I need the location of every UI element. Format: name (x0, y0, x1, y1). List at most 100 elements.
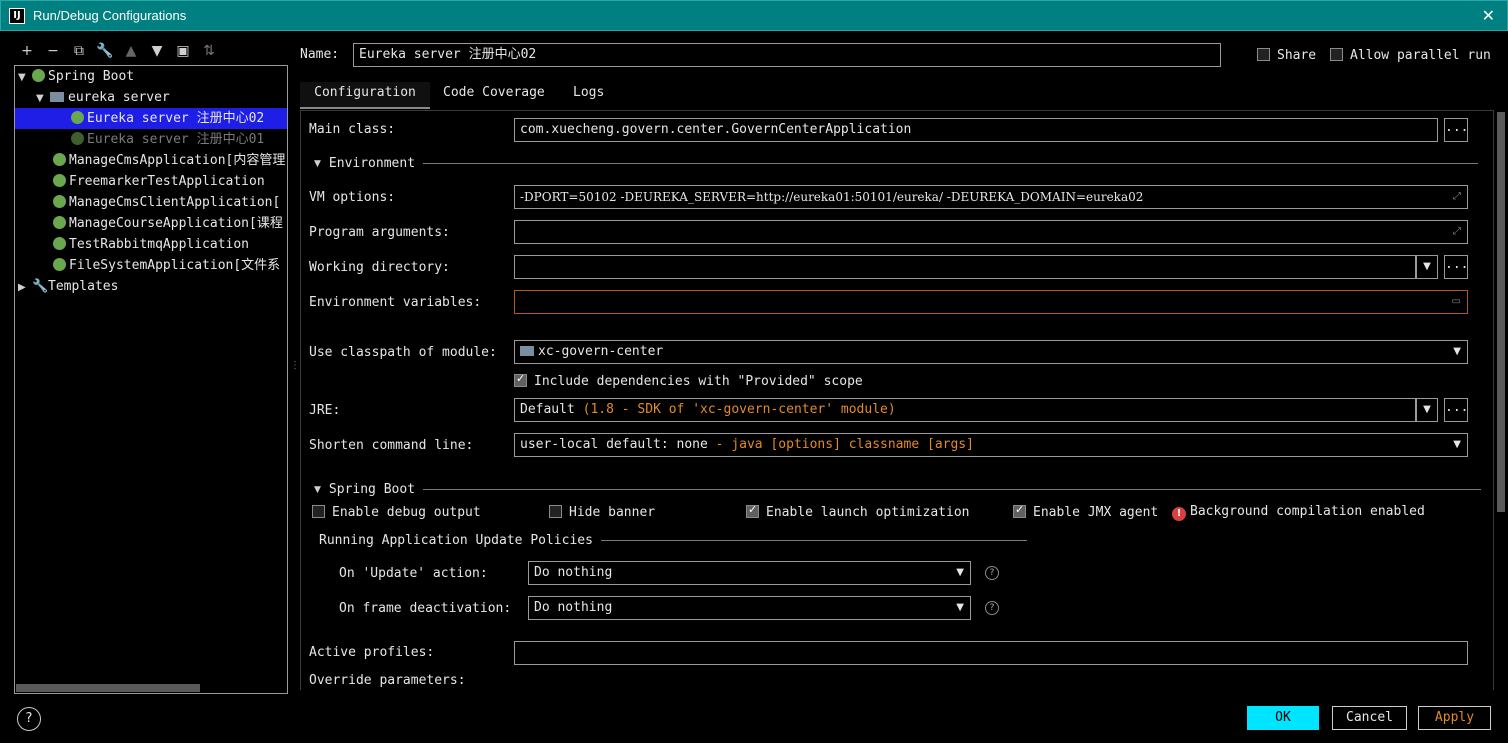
tree-item-app[interactable]: TestRabbitmqApplication (15, 234, 287, 255)
environment-section[interactable]: ▼ Environment (314, 156, 1479, 171)
spring-boot-section[interactable]: ▼ Spring Boot (314, 482, 1482, 497)
main-class-input[interactable]: com.xuecheng.govern.center.GovernCenterA… (514, 118, 1438, 142)
enable-debug-output-checkbox[interactable]: Enable debug output (312, 505, 481, 520)
hide-banner-checkbox[interactable]: Hide banner (549, 505, 655, 520)
title-bar: IJ Run/Debug Configurations ✕ (0, 0, 1508, 31)
cancel-button[interactable]: Cancel (1332, 706, 1407, 730)
tree-item-app[interactable]: ManageCourseApplication[课程 (15, 213, 287, 234)
expand-icon[interactable]: ⤢ (1453, 186, 1461, 208)
tab-logs[interactable]: Logs (573, 85, 604, 100)
spring-boot-icon (53, 216, 66, 229)
spring-boot-icon (53, 195, 66, 208)
working-directory-dropdown-icon[interactable]: ▼ (1416, 255, 1438, 279)
window-title: Run/Debug Configurations (33, 8, 187, 23)
help-icon[interactable]: ? (985, 601, 999, 615)
spring-boot-icon (32, 69, 45, 82)
program-arguments-label: Program arguments: (309, 225, 450, 240)
tree-item-app[interactable]: FileSystemApplication[文件系 (15, 255, 287, 276)
expand-icon[interactable]: ⤢ (1453, 221, 1461, 243)
tree-toolbar: + − ⧉ 🔧 ▲ ▼ ▣ ⇅ (18, 43, 218, 59)
spring-boot-icon (71, 132, 84, 145)
active-profiles-label: Active profiles: (309, 645, 435, 660)
tab-code-coverage[interactable]: Code Coverage (443, 85, 545, 100)
panel-vertical-scrollbar[interactable] (1497, 112, 1505, 512)
vm-options-input[interactable]: -DPORT=50102 -DEUREKA_SERVER=http://eure… (514, 185, 1468, 209)
sort-icon[interactable]: ⇅ (200, 43, 218, 59)
add-icon[interactable]: + (18, 43, 36, 59)
ok-button[interactable]: OK (1247, 706, 1319, 730)
name-input[interactable]: Eureka server 注册中心02 (353, 43, 1221, 67)
help-icon[interactable]: ? (985, 566, 999, 580)
spring-boot-icon (53, 174, 66, 187)
tree-item-eureka-folder[interactable]: ▼ eureka server (15, 87, 287, 108)
main-class-label: Main class: (309, 122, 396, 137)
tree-item-spring-boot[interactable]: ▼ Spring Boot (15, 66, 287, 87)
wrench-icon[interactable]: 🔧 (96, 43, 114, 59)
apply-button[interactable]: Apply (1418, 706, 1491, 730)
enable-launch-optimization-checkbox[interactable]: Enable launch optimization (746, 503, 970, 520)
working-directory-browse-button[interactable]: ... (1444, 255, 1468, 279)
environment-variables-input[interactable]: ▭ (514, 290, 1468, 314)
environment-variables-label: Environment variables: (309, 295, 482, 310)
collapse-arrow-icon[interactable]: ▶ (18, 277, 32, 297)
move-down-icon[interactable]: ▼ (148, 43, 166, 59)
jre-dropdown-icon[interactable]: ▼ (1416, 398, 1438, 422)
shorten-command-line-select[interactable]: user-local default: none - java [options… (514, 433, 1468, 457)
intellij-logo-icon: IJ (9, 7, 25, 24)
name-label: Name: (300, 47, 340, 62)
program-arguments-input[interactable]: ⤢ (514, 220, 1468, 244)
expand-arrow-icon[interactable]: ▼ (18, 67, 32, 87)
tree-item-eureka-01[interactable]: Eureka server 注册中心01 (15, 129, 287, 150)
module-icon (520, 346, 534, 356)
jre-browse-button[interactable]: ... (1444, 398, 1468, 422)
expand-arrow-icon[interactable]: ▼ (36, 88, 50, 108)
on-update-select[interactable]: Do nothing ▼ (528, 561, 971, 585)
active-profiles-input[interactable] (514, 641, 1468, 665)
splitter-handle[interactable]: ⋮ (290, 360, 300, 371)
wrench-icon: 🔧 (32, 279, 49, 294)
working-directory-label: Working directory: (309, 260, 450, 275)
vm-options-label: VM options: (309, 190, 396, 205)
background-compilation-warning: ! Background compilation enabled (1172, 504, 1425, 521)
update-policies-section: Running Application Update Policies (319, 533, 1027, 548)
chevron-down-icon: ▼ (956, 567, 964, 578)
include-dependencies-checkbox[interactable]: Include dependencies with "Provided" sco… (514, 372, 863, 389)
jre-input[interactable]: Default (1.8 - SDK of 'xc-govern-center'… (514, 398, 1416, 422)
classpath-module-select[interactable]: xc-govern-center ▼ (514, 340, 1468, 364)
on-frame-deactivation-label: On frame deactivation: (339, 601, 512, 616)
shorten-command-line-label: Shorten command line: (309, 438, 474, 453)
tree-item-app[interactable]: FreemarkerTestApplication (15, 171, 287, 192)
jre-label: JRE: (309, 403, 341, 418)
tree-item-templates[interactable]: ▶ 🔧Templates (15, 276, 287, 297)
tree-item-app[interactable]: ManageCmsClientApplication[ (15, 192, 287, 213)
tree-item-eureka-02[interactable]: Eureka server 注册中心02 (15, 108, 287, 129)
tree-item-app[interactable]: ManageCmsApplication[内容管理 (15, 150, 287, 171)
chevron-down-icon: ▼ (1453, 346, 1461, 357)
close-icon[interactable]: ✕ (1482, 6, 1495, 25)
new-folder-icon[interactable]: ▣ (174, 43, 192, 59)
remove-icon[interactable]: − (44, 43, 62, 59)
enable-jmx-agent-checkbox[interactable]: Enable JMX agent (1013, 503, 1158, 520)
error-icon: ! (1172, 507, 1186, 521)
move-up-icon[interactable]: ▲ (122, 43, 140, 59)
help-button[interactable]: ? (17, 707, 41, 731)
chevron-down-icon: ▼ (956, 602, 964, 613)
tree-horizontal-scrollbar[interactable] (16, 684, 200, 692)
share-checkbox[interactable]: Share (1257, 48, 1316, 63)
chevron-down-icon: ▼ (1453, 439, 1461, 450)
folder-icon (50, 92, 64, 102)
allow-parallel-checkbox[interactable]: Allow parallel run (1330, 48, 1491, 63)
on-frame-deactivation-select[interactable]: Do nothing ▼ (528, 596, 971, 620)
spring-boot-icon (53, 237, 66, 250)
spring-boot-icon (53, 258, 66, 271)
configuration-tree: ▼ Spring Boot ▼ eureka server Eureka serve… (14, 65, 288, 694)
copy-icon[interactable]: ⧉ (70, 43, 88, 59)
tab-configuration[interactable]: Configuration (300, 82, 430, 109)
collapse-arrow-icon: ▼ (314, 484, 321, 495)
working-directory-input[interactable] (514, 255, 1416, 279)
classpath-module-label: Use classpath of module: (309, 345, 497, 360)
collapse-arrow-icon: ▼ (314, 158, 321, 169)
folder-icon[interactable]: ▭ (1452, 291, 1461, 313)
main-class-browse-button[interactable]: ... (1444, 118, 1468, 142)
override-parameters-label: Override parameters: (309, 673, 466, 688)
